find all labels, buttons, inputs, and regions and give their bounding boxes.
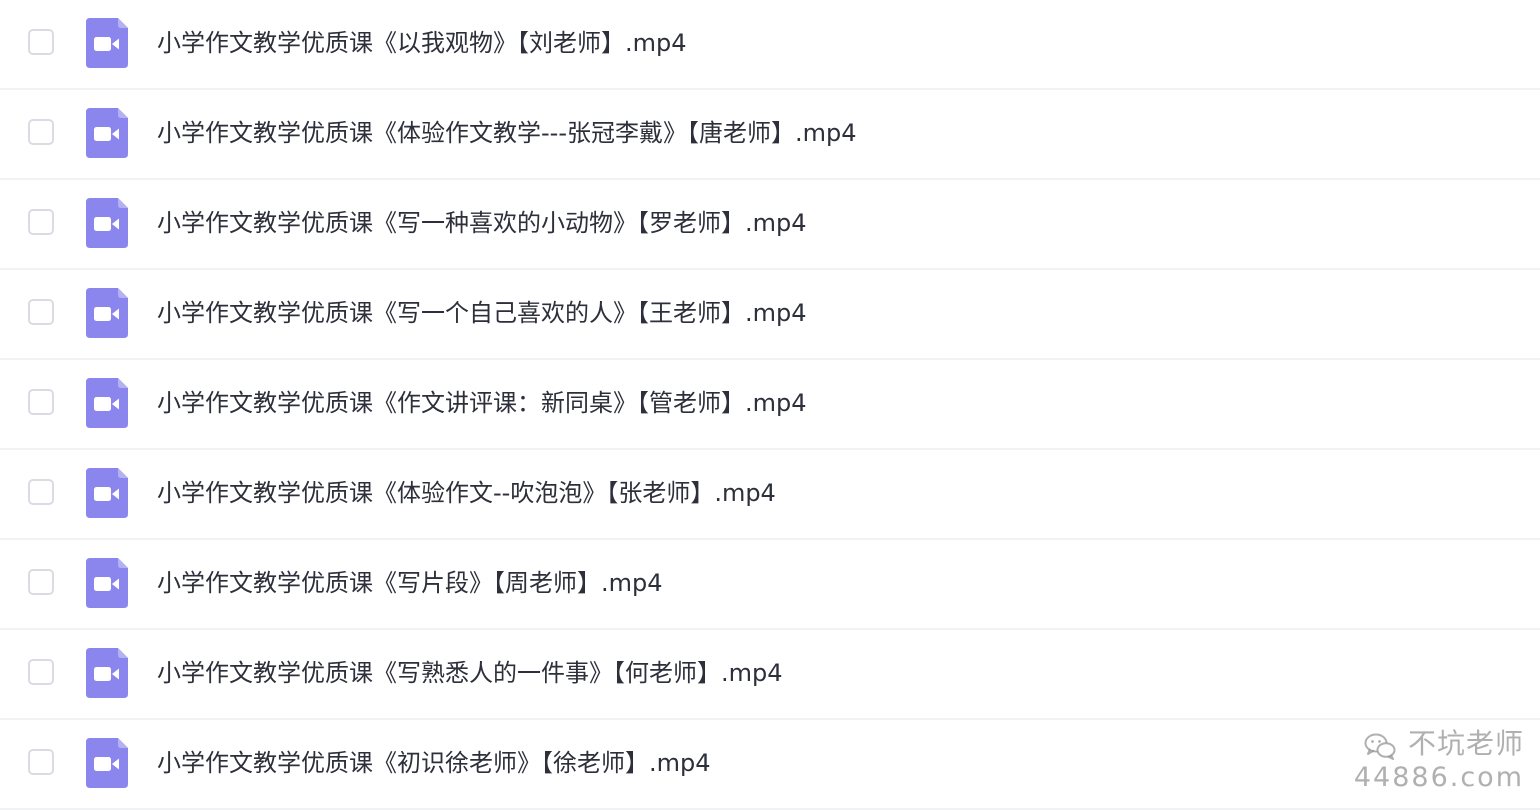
row-checkbox[interactable] xyxy=(28,749,54,775)
file-name[interactable]: 小学作文教学优质课《以我观物》【刘老师】.mp4 xyxy=(157,26,687,60)
video-file-icon xyxy=(86,468,128,518)
file-name[interactable]: 小学作文教学优质课《体验作文教学---张冠李戴》【唐老师】.mp4 xyxy=(157,116,857,150)
file-name[interactable]: 小学作文教学优质课《体验作文--吹泡泡》【张老师】.mp4 xyxy=(157,476,776,510)
video-file-icon xyxy=(86,738,128,788)
file-name[interactable]: 小学作文教学优质课《写熟悉人的一件事》【何老师】.mp4 xyxy=(157,656,783,690)
file-row[interactable]: 小学作文教学优质课《写熟悉人的一件事》【何老师】.mp4 xyxy=(0,630,1540,720)
video-file-icon xyxy=(86,18,128,68)
file-row[interactable]: 小学作文教学优质课《以我观物》【刘老师】.mp4 xyxy=(0,0,1540,90)
row-checkbox[interactable] xyxy=(28,569,54,595)
row-checkbox[interactable] xyxy=(28,389,54,415)
row-checkbox[interactable] xyxy=(28,479,54,505)
file-name[interactable]: 小学作文教学优质课《写一个自己喜欢的人》【王老师】.mp4 xyxy=(157,296,807,330)
row-checkbox[interactable] xyxy=(28,119,54,145)
file-row[interactable]: 小学作文教学优质课《作文讲评课：新同桌》【管老师】.mp4 xyxy=(0,360,1540,450)
file-row[interactable]: 小学作文教学优质课《写一种喜欢的小动物》【罗老师】.mp4 xyxy=(0,180,1540,270)
file-row[interactable]: 小学作文教学优质课《初识徐老师》【徐老师】.mp4 xyxy=(0,720,1540,810)
row-checkbox[interactable] xyxy=(28,29,54,55)
file-name[interactable]: 小学作文教学优质课《初识徐老师》【徐老师】.mp4 xyxy=(157,746,711,780)
file-row[interactable]: 小学作文教学优质课《写片段》【周老师】.mp4 xyxy=(0,540,1540,630)
file-row[interactable]: 小学作文教学优质课《体验作文--吹泡泡》【张老师】.mp4 xyxy=(0,450,1540,540)
row-checkbox[interactable] xyxy=(28,659,54,685)
file-name[interactable]: 小学作文教学优质课《写一种喜欢的小动物》【罗老师】.mp4 xyxy=(157,206,807,240)
video-file-icon xyxy=(86,108,128,158)
video-file-icon xyxy=(86,378,128,428)
file-list: 小学作文教学优质课《以我观物》【刘老师】.mp4 小学作文教学优质课《体验作文教… xyxy=(0,0,1540,810)
row-checkbox[interactable] xyxy=(28,209,54,235)
file-name[interactable]: 小学作文教学优质课《作文讲评课：新同桌》【管老师】.mp4 xyxy=(157,386,807,420)
row-checkbox[interactable] xyxy=(28,299,54,325)
file-row[interactable]: 小学作文教学优质课《体验作文教学---张冠李戴》【唐老师】.mp4 xyxy=(0,90,1540,180)
video-file-icon xyxy=(86,558,128,608)
file-row[interactable]: 小学作文教学优质课《写一个自己喜欢的人》【王老师】.mp4 xyxy=(0,270,1540,360)
video-file-icon xyxy=(86,198,128,248)
file-name[interactable]: 小学作文教学优质课《写片段》【周老师】.mp4 xyxy=(157,566,663,600)
video-file-icon xyxy=(86,288,128,338)
video-file-icon xyxy=(86,648,128,698)
